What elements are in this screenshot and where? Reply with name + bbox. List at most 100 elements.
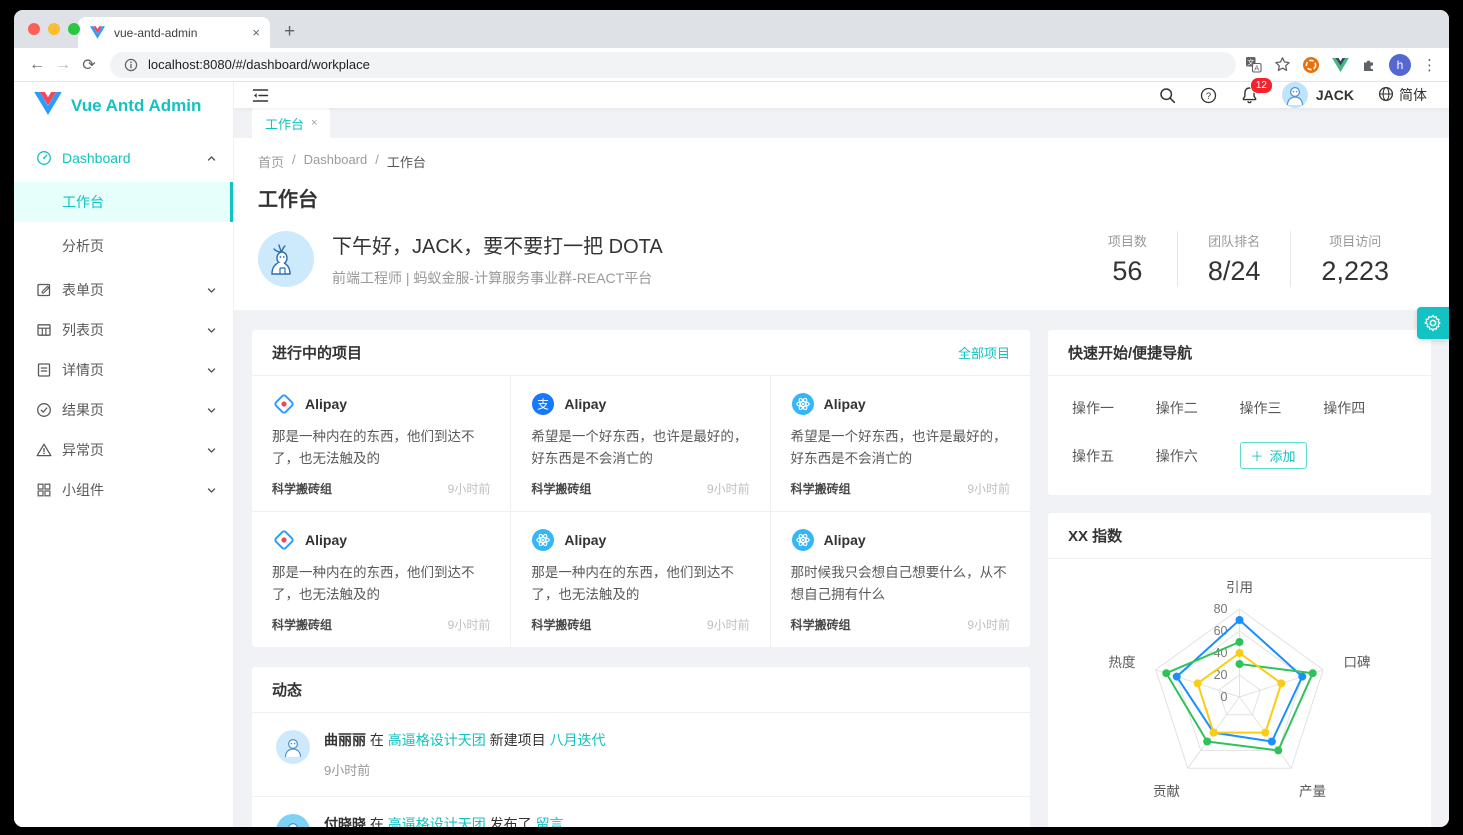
project-group-link[interactable]: 科学搬砖组 [272,480,332,497]
project-group-link[interactable]: 科学搬砖组 [531,616,591,633]
breadcrumb-separator: / [292,152,296,171]
activity-user[interactable]: 付晓晓 [324,816,366,827]
sidebar-subitem-工作台[interactable]: 工作台 [14,182,233,222]
sidebar-item-label: 表单页 [62,280,104,300]
dashboard-icon [36,150,52,166]
project-group-link[interactable]: 科学搬砖组 [791,616,851,633]
project-name[interactable]: Alipay [564,532,606,548]
activity-group-link[interactable]: 高逼格设计天团 [388,816,486,827]
notification-bell-icon[interactable]: 12 [1241,86,1258,104]
project-description: 希望是一个好东西，也许是最好的，好东西是不会消亡的 [531,426,749,471]
sidebar-item-异常页[interactable]: 异常页 [14,430,233,470]
stat-label: 团队排名 [1208,231,1261,250]
menu-fold-icon[interactable] [252,88,269,103]
extensions-row: 文A h ⋮ [1244,54,1439,76]
app-logo[interactable]: Vue Antd Admin [14,82,233,130]
vue-devtools-icon[interactable] [1331,56,1349,74]
project-card[interactable]: Alipay希望是一个好东西，也许是最好的，好东西是不会消亡的科学搬砖组9小时前 [771,376,1030,512]
add-quick-nav-button[interactable]: ＋添加 [1240,442,1307,469]
sidebar-item-列表页[interactable]: 列表页 [14,310,233,350]
sidebar-item-小组件[interactable]: 小组件 [14,470,233,510]
quick-nav-link[interactable]: 操作一 [1072,398,1156,418]
extension-orange-icon[interactable] [1302,56,1320,74]
stat-label: 项目访问 [1321,231,1389,250]
translate-icon[interactable]: 文A [1244,56,1262,74]
main-area: ? 12 JACK 简体 工作台 × [234,82,1449,827]
profile-icon [36,362,52,378]
greeting-subtitle: 前端工程师 | 蚂蚁金服-计算服务事业群-REACT平台 [332,268,663,288]
project-name[interactable]: Alipay [305,396,347,412]
page-tab-workplace[interactable]: 工作台 × [252,108,330,138]
svg-text:支: 支 [537,397,549,411]
window-maximize-button[interactable] [68,23,80,35]
page-header: 首页 / Dashboard / 工作台 工作台 下午好，JACK，要不要打一把… [234,138,1449,310]
activity-target-link[interactable]: 八月迭代 [550,732,606,748]
breadcrumb-dashboard[interactable]: Dashboard [304,152,368,171]
chevron-down-icon [206,445,217,456]
bookmark-star-icon[interactable] [1273,56,1291,74]
project-description: 那是一种内在的东西，他们到达不了，也无法触及的 [272,426,490,471]
stat-value: 56 [1108,256,1147,287]
browser-profile-avatar[interactable]: h [1389,54,1411,76]
new-tab-button[interactable]: + [284,22,295,41]
activity-group-link[interactable]: 高逼格设计天团 [388,732,486,748]
user-menu[interactable]: JACK [1282,82,1354,108]
project-card[interactable]: Alipay 那是一种内在的东西，他们到达不了，也无法触及的科学搬砖组 9小时前 [511,512,770,647]
project-card[interactable]: Alipay那时候我只会想自己想要什么，从不想自己拥有什么科学搬砖组9小时前 [771,512,1030,647]
project-group-link[interactable]: 科学搬砖组 [791,480,851,497]
breadcrumb-home[interactable]: 首页 [258,152,284,171]
antd-logo-icon [272,392,296,416]
activity-user[interactable]: 曲丽丽 [324,732,366,748]
back-icon[interactable]: ← [24,52,50,78]
project-name[interactable]: Alipay [305,532,347,548]
quick-nav-link[interactable]: 操作二 [1156,398,1240,418]
help-icon[interactable]: ? [1200,87,1217,104]
sidebar-item-label: 列表页 [62,320,104,340]
site-info-icon[interactable] [122,56,140,74]
forward-icon[interactable]: → [50,52,76,78]
project-name[interactable]: Alipay [824,396,866,412]
project-group-link[interactable]: 科学搬砖组 [531,480,591,497]
project-updated-time: 9小时前 [707,616,750,633]
stat-value: 2,223 [1321,256,1389,287]
activity-target-link[interactable]: 留言 [536,816,564,827]
sidebar-item-结果页[interactable]: 结果页 [14,390,233,430]
extensions-puzzle-icon[interactable] [1360,56,1378,74]
sidebar-menu: Dashboard工作台分析页表单页列表页详情页结果页异常页小组件 [14,130,233,510]
window-minimize-button[interactable] [48,23,60,35]
sidebar-item-表单页[interactable]: 表单页 [14,270,233,310]
browser-tab[interactable]: vue-antd-admin × [78,17,270,48]
quick-nav-link[interactable]: 操作六 [1156,446,1240,466]
sidebar-item-详情页[interactable]: 详情页 [14,350,233,390]
breadcrumb-current: 工作台 [387,152,426,171]
language-selector[interactable]: 简体 [1378,85,1427,105]
quick-nav-link[interactable]: 操作三 [1240,398,1324,418]
quick-nav-link[interactable]: 操作四 [1323,398,1407,418]
sidebar-subitem-分析页[interactable]: 分析页 [14,226,233,266]
atom-logo-icon [791,528,815,552]
project-description: 那是一种内在的东西，他们到达不了，也无法触及的 [531,562,749,607]
browser-menu-icon[interactable]: ⋮ [1422,56,1437,74]
project-card[interactable]: Alipay那是一种内在的东西，他们到达不了，也无法触及的科学搬砖组9小时前 [252,512,511,647]
window-close-button[interactable] [28,23,40,35]
search-icon[interactable] [1159,87,1176,104]
theme-settings-button[interactable] [1417,307,1449,339]
activity-avatar [276,730,310,764]
reload-icon[interactable]: ⟳ [76,52,102,78]
project-group-link[interactable]: 科学搬砖组 [272,616,332,633]
sidebar-item-dashboard[interactable]: Dashboard [14,138,233,178]
address-bar[interactable]: localhost:8080/#/dashboard/workplace [110,52,1236,78]
welcome-row: 下午好，JACK，要不要打一把 DOTA 前端工程师 | 蚂蚁金服-计算服务事业… [258,230,1425,288]
index-radar-card: XX 指数 020406080引用口碑产量贡献热度 abc [1048,513,1431,827]
project-description: 那是一种内在的东西，他们到达不了，也无法触及的 [272,562,490,607]
project-card[interactable]: 支 Alipay 希望是一个好东西，也许是最好的，好东西是不会消亡的科学搬砖组 9小时… [511,376,770,512]
activity-time: 9小时前 [324,760,606,779]
tab-close-icon[interactable]: × [252,25,260,40]
project-card[interactable]: Alipay那是一种内在的东西，他们到达不了，也无法触及的科学搬砖组9小时前 [252,376,511,512]
page-tab-close-icon[interactable]: × [311,117,317,129]
project-name[interactable]: Alipay [564,396,606,412]
quick-nav-link[interactable]: 操作五 [1072,446,1156,466]
all-projects-link[interactable]: 全部项目 [958,343,1010,362]
project-updated-time: 9小时前 [707,480,750,497]
project-name[interactable]: Alipay [824,532,866,548]
